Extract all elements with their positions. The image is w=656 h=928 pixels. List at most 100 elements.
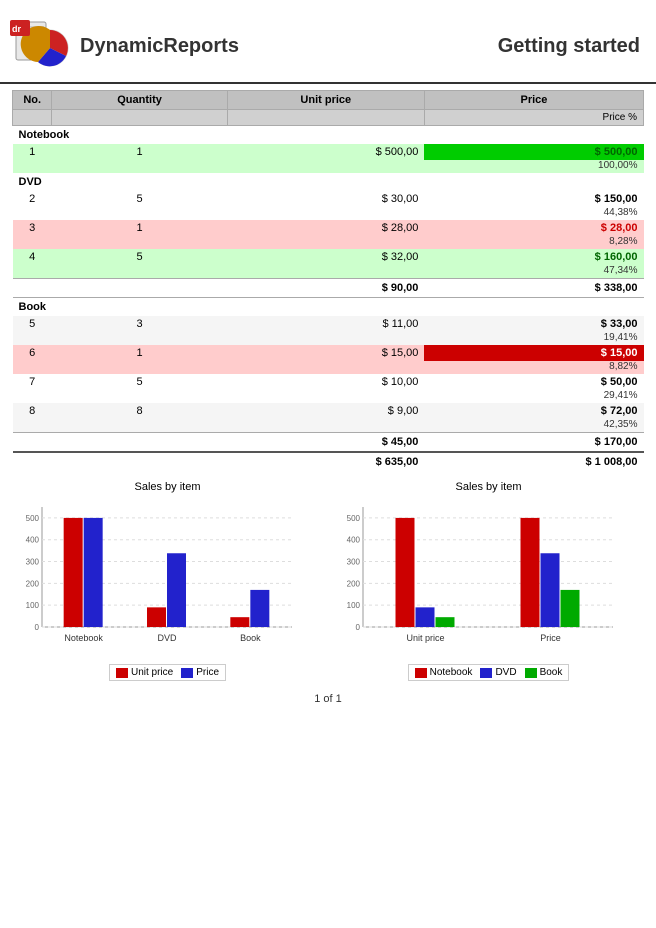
subheader-no: [13, 110, 52, 126]
pct-cell: 19,41%: [424, 332, 643, 345]
price-cell: $ 15,00: [424, 345, 643, 361]
pct-cell: 47,34%: [424, 265, 643, 279]
legend-label: Book: [540, 667, 563, 678]
cell-qty: 1: [52, 345, 227, 361]
table-row: 3 1 $ 28,00 $ 28,00: [13, 220, 644, 236]
svg-text:400: 400: [347, 536, 361, 545]
svg-text:Book: Book: [240, 633, 261, 643]
cell-qty: 3: [52, 316, 227, 332]
pct-row: 29,41%: [13, 390, 644, 403]
subtotal-row: $ 90,00 $ 338,00: [13, 279, 644, 298]
pct-cell: 100,00%: [424, 160, 643, 173]
cell-unit: $ 9,00: [227, 403, 424, 419]
pct-row: 19,41%: [13, 332, 644, 345]
cell-qty: 5: [52, 249, 227, 265]
table-row: 7 5 $ 10,00 $ 50,00: [13, 374, 644, 390]
svg-text:100: 100: [347, 601, 361, 610]
legend-item: Notebook: [415, 667, 473, 678]
pct-row: 8,28%: [13, 236, 644, 249]
pct-row: 8,82%: [13, 361, 644, 374]
cell-unit: $ 15,00: [227, 345, 424, 361]
table-header-row: No. Quantity Unit price Price: [13, 91, 644, 110]
logo-icon: dr: [8, 18, 72, 74]
svg-text:Notebook: Notebook: [64, 633, 103, 643]
cell-unit: $ 500,00: [227, 144, 424, 160]
svg-text:200: 200: [347, 579, 361, 588]
subtotal-unit: $ 45,00: [227, 433, 424, 453]
group-header-dvd: DVD: [13, 173, 644, 191]
svg-text:300: 300: [26, 558, 40, 567]
price-cell: $ 160,00: [424, 249, 643, 265]
footer: 1 of 1: [0, 693, 656, 705]
table-row: 2 5 $ 30,00 $ 150,00: [13, 191, 644, 207]
legend-item: DVD: [480, 667, 516, 678]
subtotal-unit: $ 90,00: [227, 279, 424, 298]
chart2-container: Sales by item 0100200300400500Unit price…: [333, 481, 644, 681]
legend-swatch: [525, 668, 537, 678]
pct-cell: 42,35%: [424, 419, 643, 433]
cell-qty: 5: [52, 191, 227, 207]
chart2-svg: 0100200300400500Unit pricePrice: [333, 497, 644, 660]
report-table: No. Quantity Unit price Price Price % No…: [12, 90, 644, 471]
legend-label: Unit price: [131, 667, 173, 678]
price-cell: $ 150,00: [424, 191, 643, 207]
total-price: $ 1 008,00: [424, 452, 643, 471]
cell-qty: 8: [52, 403, 227, 419]
group-header-book: Book: [13, 298, 644, 317]
legend-label: Notebook: [430, 667, 473, 678]
svg-text:Unit price: Unit price: [406, 633, 444, 643]
legend-item: Unit price: [116, 667, 173, 678]
svg-text:0: 0: [356, 623, 361, 632]
svg-text:DVD: DVD: [157, 633, 177, 643]
cell-qty: 5: [52, 374, 227, 390]
subheader-unit: [227, 110, 424, 126]
legend-item: Price: [181, 667, 219, 678]
chart2-title: Sales by item: [455, 481, 521, 493]
price-cell: $ 72,00: [424, 403, 643, 419]
cell-no: 4: [13, 249, 52, 265]
header: dr DynamicReports Getting started: [0, 10, 656, 84]
pct-cell: 8,28%: [424, 236, 643, 249]
chart1-svg: 0100200300400500NotebookDVDBook: [12, 497, 323, 660]
svg-text:100: 100: [26, 601, 40, 610]
svg-text:500: 500: [26, 514, 40, 523]
legend-item: Book: [525, 667, 563, 678]
cell-qty: 1: [52, 144, 227, 160]
charts-area: Sales by item 0 100 200 300 400 500 Notebook DV…: [12, 481, 644, 681]
legend-swatch: [415, 668, 427, 678]
price-cell: $ 50,00: [424, 374, 643, 390]
legend-swatch: [116, 668, 128, 678]
cell-unit: $ 32,00: [227, 249, 424, 265]
legend-label: DVD: [495, 667, 516, 678]
page: dr DynamicReports Getting started No. Qu…: [0, 0, 656, 928]
pct-cell: 44,38%: [424, 207, 643, 220]
table-row: 1 1 $ 500,00 $ 500,00: [13, 144, 644, 160]
cell-unit: $ 28,00: [227, 220, 424, 236]
chart2-legend: Notebook DVD Book: [408, 664, 570, 681]
col-qty-header: Quantity: [52, 91, 227, 110]
cell-no: 8: [13, 403, 52, 419]
price-cell: $ 33,00: [424, 316, 643, 332]
cell-no: 5: [13, 316, 52, 332]
total-row: $ 635,00 $ 1 008,00: [13, 452, 644, 471]
table-row: 6 1 $ 15,00 $ 15,00: [13, 345, 644, 361]
svg-text:400: 400: [26, 536, 40, 545]
page-info: 1 of 1: [314, 693, 342, 705]
chart1-container: Sales by item 0100200300400500NotebookDV…: [12, 481, 323, 681]
cell-unit: $ 11,00: [227, 316, 424, 332]
chart1-legend: Unit price Price: [109, 664, 226, 681]
svg-text:Price: Price: [540, 633, 561, 643]
header-left: dr DynamicReports: [8, 18, 239, 74]
report-title: Getting started: [498, 35, 640, 58]
svg-text:500: 500: [347, 514, 361, 523]
cell-no: 3: [13, 220, 52, 236]
cell-no: 6: [13, 345, 52, 361]
subheader-qty: [52, 110, 227, 126]
price-cell: $ 500,00: [424, 144, 643, 160]
legend-label: Price: [196, 667, 219, 678]
svg-text:dr: dr: [12, 24, 21, 34]
pct-row: 42,35%: [13, 419, 644, 433]
cell-no: 7: [13, 374, 52, 390]
subheader-price-pct: Price %: [424, 110, 643, 126]
table-subheader-row: Price %: [13, 110, 644, 126]
